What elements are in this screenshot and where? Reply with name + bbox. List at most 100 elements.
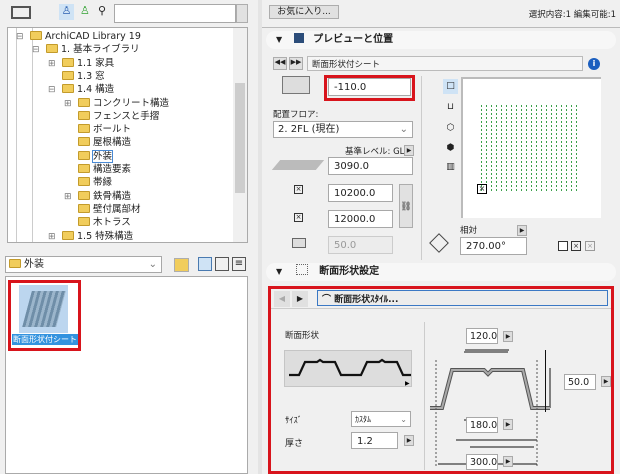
tree-node-label: 鉄骨構造	[93, 190, 132, 202]
list-view-button[interactable]: ≡	[232, 257, 246, 271]
depth-icon: ×	[294, 213, 303, 222]
3d-wire-view-button[interactable]: ⬡	[443, 121, 458, 136]
library-tree: ⊟ ArchiCAD Library 19 ⊟ 1. 基本ライブラリ ⊞ 1.1 家具 1.…	[7, 27, 248, 243]
section-header-preview[interactable]: ▼ プレビューと位置	[266, 31, 616, 49]
tree-node-label: ボールト	[93, 124, 132, 136]
library-filter-green-icon[interactable]: ♙	[80, 4, 90, 17]
floor-select-value: 2. 2FL (現在)	[278, 124, 340, 135]
tree-node[interactable]: 屋根構造	[78, 137, 131, 149]
tree-node-label: 帯縁	[93, 177, 113, 189]
mirror-off-checkbox[interactable]	[558, 241, 568, 251]
tree-node-label: 1.5 特殊構造	[77, 230, 134, 242]
tree-node-label: 木トラス	[93, 217, 131, 229]
expand-icon[interactable]: ⊞	[64, 191, 72, 203]
tree-node[interactable]: ⊞ 1.1 家具	[48, 57, 115, 70]
object-name-field: 断面形状付シート	[307, 56, 583, 71]
angle-input[interactable]: 270.00°	[460, 237, 527, 255]
relative-label: 相対	[460, 226, 478, 236]
elevation-view-button[interactable]: ▥	[443, 160, 458, 175]
tree-node[interactable]: ボールト	[78, 124, 131, 136]
ref-level-label: 基準レベル: GL	[345, 147, 405, 157]
library-filter-blue-icon[interactable]: ♙	[59, 4, 74, 20]
folder-icon	[78, 203, 90, 213]
profile-section-icon	[295, 264, 308, 275]
tree-node-label: フェンスと手摺	[93, 110, 160, 122]
tree-node-label: 屋根構造	[93, 137, 132, 149]
collapse-icon[interactable]: ⊟	[48, 84, 56, 96]
expand-icon[interactable]: ⊞	[48, 231, 56, 243]
folder-icon	[62, 84, 74, 94]
section-view-button[interactable]: ⊔	[443, 100, 458, 115]
floor-select[interactable]: 2. 2FL (現在) ⌄	[273, 121, 413, 138]
collapse-icon[interactable]: ⊟	[32, 44, 40, 56]
search-input[interactable]	[114, 4, 236, 23]
tree-node-label: 1.3 窓	[77, 70, 105, 82]
preview-section-icon	[293, 33, 304, 43]
tree-node[interactable]: ⊟ ArchiCAD Library 19	[16, 31, 141, 43]
tree-node-label: 1.4 構造	[77, 84, 115, 96]
tree-node-label: ArchiCAD Library 19	[45, 31, 141, 42]
folder-icon	[78, 110, 90, 120]
tree-node[interactable]: 木トラス	[78, 217, 131, 229]
tree-node[interactable]: 帯縁	[78, 177, 112, 189]
search-go-button[interactable]	[236, 4, 248, 23]
tree-scrollbar[interactable]	[233, 28, 247, 242]
tree-node[interactable]: ⊞ 鉄骨構造	[64, 190, 132, 203]
rotation-icon	[429, 233, 449, 253]
large-icons-view-button[interactable]	[198, 257, 212, 271]
highlight-box	[8, 280, 81, 351]
next-object-button[interactable]: ▶▶	[289, 57, 303, 70]
search-icon[interactable]: ⚲	[98, 4, 106, 17]
3d-solid-view-button[interactable]: ⬢	[443, 141, 458, 156]
folder-icon	[62, 57, 74, 67]
height-icon	[271, 160, 325, 170]
width-input[interactable]: 10200.0	[328, 184, 393, 202]
tree-node[interactable]: ⊟ 1.4 構造	[48, 84, 115, 96]
selection-status: 選択内容:1 編集可能:1	[528, 10, 616, 20]
thickness-disabled-input: 50.0	[328, 236, 393, 254]
small-icons-view-button[interactable]	[215, 257, 229, 271]
tree-node[interactable]: ⊟ 1. 基本ライブラリ	[32, 44, 140, 56]
offset-icon	[282, 76, 310, 94]
folder-icon	[78, 124, 90, 134]
lock-ratio-chain-button[interactable]: ⛓	[399, 184, 413, 228]
mirror-x-checkbox[interactable]: ×	[571, 241, 581, 251]
folder-icon	[62, 230, 74, 240]
folder-select[interactable]: 外装 ⌄	[5, 256, 162, 273]
tree-node[interactable]: ⊞ コンクリート構造	[64, 97, 169, 110]
anchor-point-icon: ×	[477, 184, 487, 194]
folder-icon	[78, 177, 90, 187]
view-toggle-icon[interactable]	[11, 6, 31, 19]
tree-node-label: 1. 基本ライブラリ	[61, 44, 140, 56]
width-icon: ×	[294, 185, 303, 194]
floor-label: 配置フロア:	[273, 110, 319, 120]
collapse-icon[interactable]: ⊟	[16, 31, 24, 43]
expand-icon[interactable]: ⊞	[64, 98, 72, 110]
mirror-y-checkbox[interactable]: ×	[585, 241, 595, 251]
folder-icon	[78, 164, 90, 173]
tree-node[interactable]: 外装	[78, 149, 114, 163]
tree-node-label: 1.1 家具	[77, 57, 115, 69]
tree-node[interactable]: 構造要素	[78, 164, 131, 176]
folder-icon	[62, 70, 74, 80]
depth-input[interactable]: 12000.0	[328, 210, 393, 228]
favorites-button[interactable]: お気に入り...	[269, 5, 339, 19]
folder-icon	[78, 97, 90, 107]
angle-menu-button[interactable]: ▶	[517, 225, 527, 236]
section-title: 断面形状設定	[319, 266, 380, 277]
height-input[interactable]: 3090.0	[328, 157, 413, 175]
floor-plan-view-button[interactable]: □	[443, 79, 458, 94]
info-icon[interactable]: i	[588, 58, 600, 70]
prev-object-button[interactable]: ◀◀	[273, 57, 287, 70]
tree-node-label: 壁付属部材	[93, 203, 141, 215]
tree-node[interactable]: ⊞ 1.5 特殊構造	[48, 230, 134, 243]
expand-icon[interactable]: ⊞	[48, 58, 56, 70]
ref-level-menu-button[interactable]: ▶	[404, 145, 414, 156]
highlight-box	[324, 75, 415, 101]
tree-node[interactable]: 1.3 窓	[62, 70, 105, 83]
folder-select-value: 外装	[24, 259, 44, 270]
tree-node[interactable]: フェンスと手摺	[78, 110, 160, 123]
folder-up-button[interactable]	[174, 258, 189, 272]
tree-node[interactable]: 壁付属部材	[78, 203, 141, 216]
section-header-profile[interactable]: ▼ 断面形状設定	[266, 263, 616, 281]
